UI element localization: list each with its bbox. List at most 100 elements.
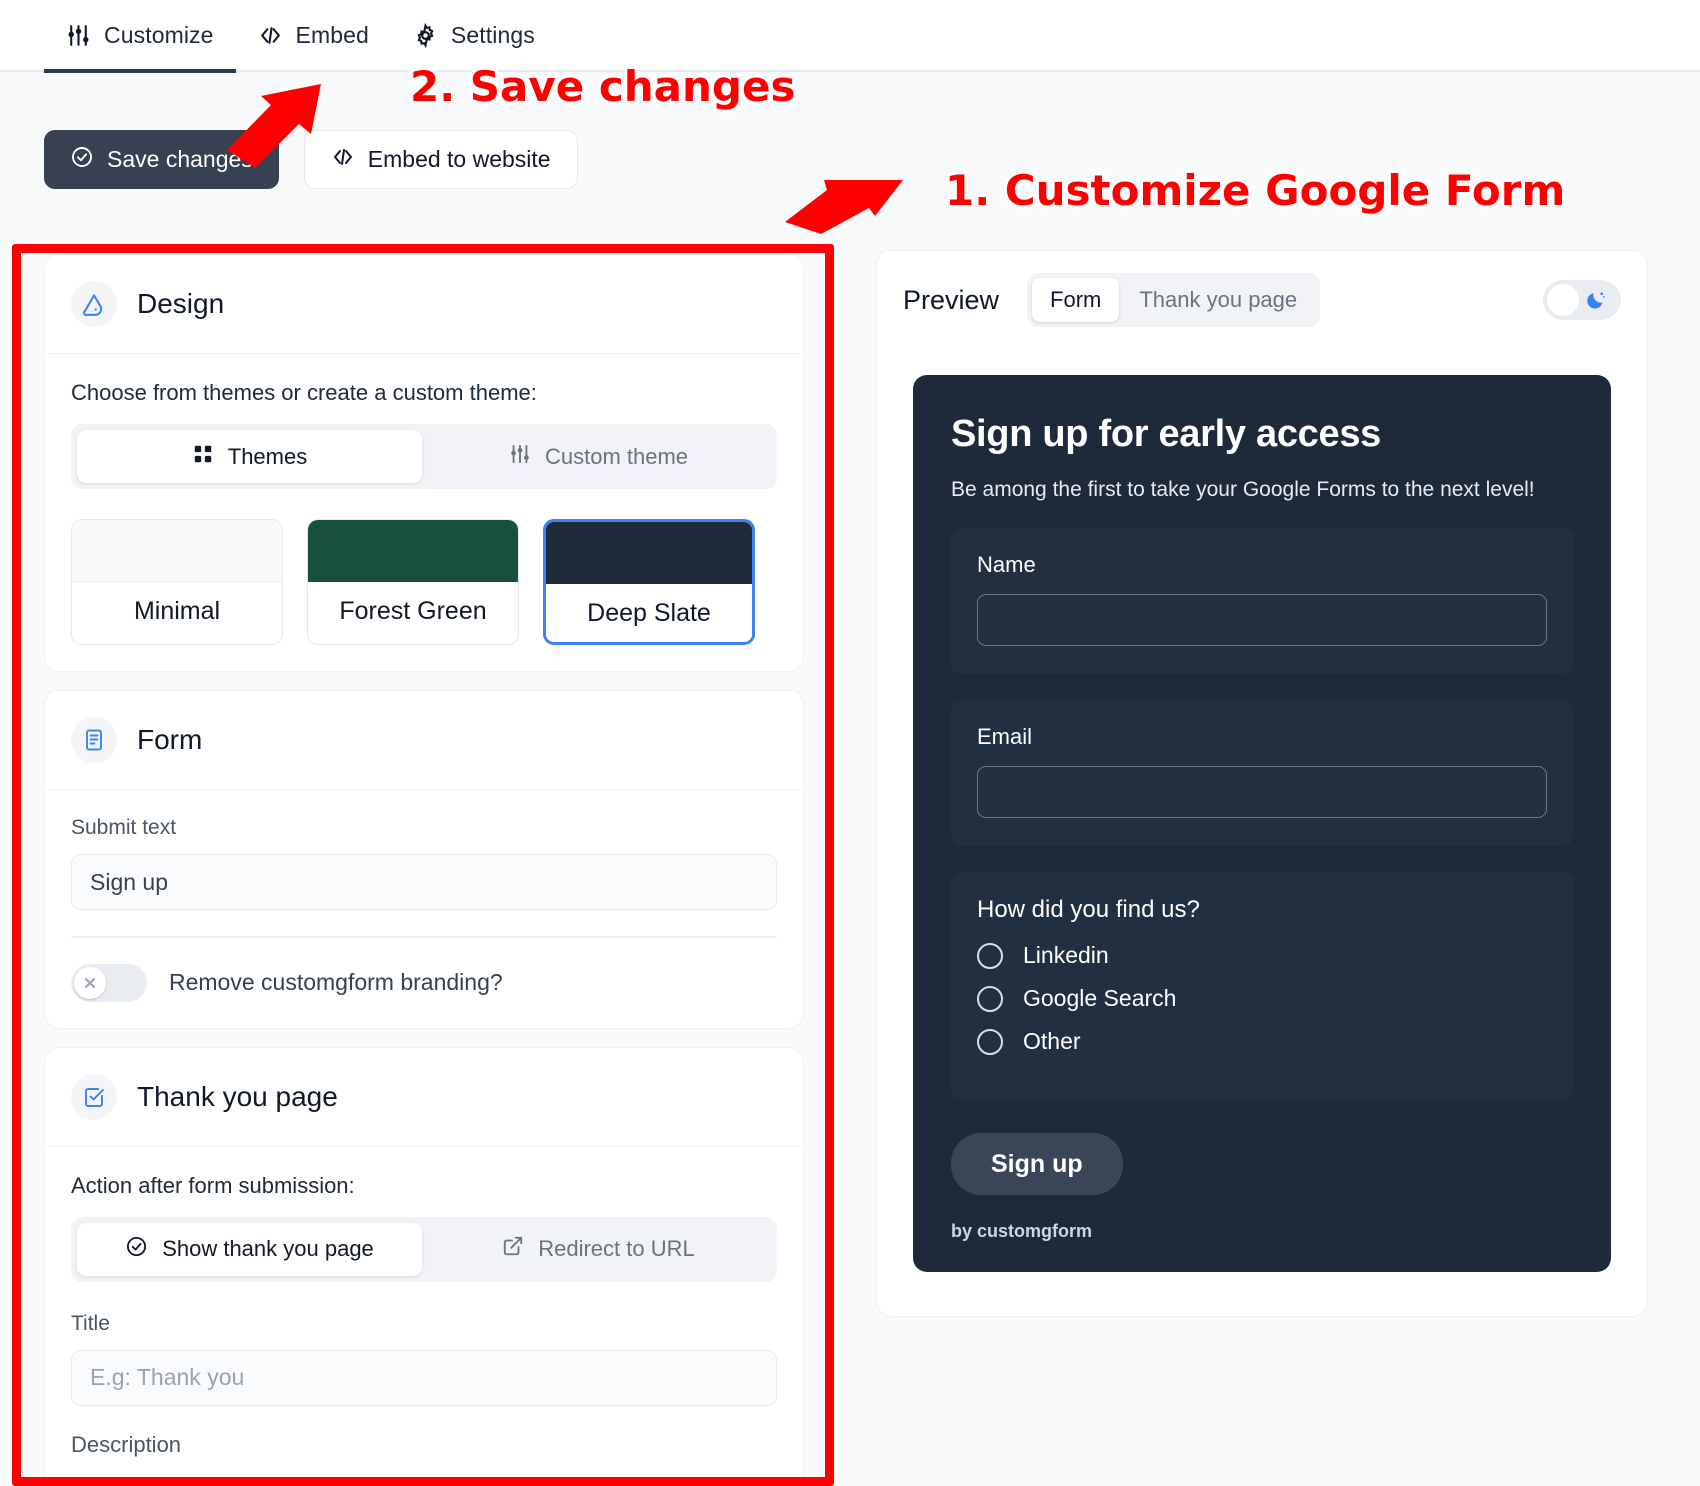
preview-name-input[interactable] <box>977 594 1547 646</box>
preview-branding: by customgform <box>951 1221 1573 1242</box>
thankyou-card-header: Thank you page <box>45 1048 803 1147</box>
preview-submit-button[interactable]: Sign up <box>951 1133 1123 1195</box>
radio-icon <box>977 943 1003 969</box>
preview-question-block: How did you find us? Linkedin Google Sea… <box>951 872 1573 1099</box>
custom-theme-tab[interactable]: Custom theme <box>426 430 771 483</box>
preview-field-email-label: Email <box>977 724 1547 750</box>
annotation-arrow-customize <box>783 178 913 234</box>
theme-card-forest-green[interactable]: Forest Green <box>307 519 519 645</box>
thankyou-title-input[interactable] <box>71 1350 777 1406</box>
preview-field-email: Email <box>951 700 1573 846</box>
preview-title: Preview <box>903 285 999 316</box>
thankyou-description-label: Description <box>71 1432 777 1458</box>
moon-icon <box>1585 289 1607 311</box>
remove-branding-label: Remove customgform branding? <box>169 969 503 996</box>
check-circle-icon <box>70 145 94 175</box>
theme-card-minimal[interactable]: Minimal <box>71 519 283 645</box>
preview-option-google-search[interactable]: Google Search <box>977 985 1547 1012</box>
show-thankyou-page-tab[interactable]: Show thank you page <box>77 1223 422 1276</box>
branding-toggle-row: Remove customgform branding? <box>71 964 777 1002</box>
design-card: Design Choose from themes or create a cu… <box>44 254 804 672</box>
app-root: Customize Embed Settings <box>0 0 1700 1486</box>
theme-prompt: Choose from themes or create a custom th… <box>71 380 777 406</box>
theme-name: Deep Slate <box>546 584 752 642</box>
submission-action-segmented: Show thank you page Redirect to URL <box>71 1217 777 1282</box>
theme-swatch <box>72 520 282 582</box>
save-changes-label: Save changes <box>107 146 253 173</box>
code-icon <box>331 145 355 175</box>
theme-list: Minimal Forest Green Deep Slate <box>71 519 777 645</box>
action-bar: Save changes Embed to website <box>44 130 578 189</box>
annotation-step2-text: 2. Save changes <box>410 62 795 111</box>
embed-to-website-label: Embed to website <box>368 146 551 173</box>
form-card-body: Submit text Remove customgform branding? <box>45 790 803 1028</box>
remove-branding-toggle[interactable] <box>71 964 147 1002</box>
preview-form-card: Sign up for early access Be among the fi… <box>913 375 1611 1272</box>
preview-tab-form-label: Form <box>1050 287 1101 313</box>
gear-icon <box>413 23 438 48</box>
theme-mode-segmented: Themes Custom theme <box>71 424 777 489</box>
preview-view-segmented: Form Thank you page <box>1027 273 1320 327</box>
redirect-to-url-tab[interactable]: Redirect to URL <box>426 1223 771 1276</box>
annotation-step1-text: 1. Customize Google Form <box>945 166 1565 215</box>
theme-name: Minimal <box>72 582 282 640</box>
thankyou-section-title: Thank you page <box>137 1081 338 1113</box>
theme-swatch <box>308 520 518 582</box>
submit-text-input[interactable] <box>71 854 777 910</box>
toggle-knob <box>74 967 106 999</box>
code-icon <box>258 23 283 48</box>
preview-option-label: Other <box>1023 1028 1081 1055</box>
dark-mode-toggle[interactable] <box>1543 280 1621 320</box>
preview-panel: Preview Form Thank you page <box>876 250 1648 1317</box>
sliders-icon <box>66 23 91 48</box>
tab-customize[interactable]: Customize <box>44 0 236 71</box>
themes-tab[interactable]: Themes <box>77 430 422 483</box>
preview-field-name: Name <box>951 528 1573 674</box>
theme-card-deep-slate[interactable]: Deep Slate <box>543 519 755 645</box>
preview-header: Preview Form Thank you page <box>877 251 1647 349</box>
thankyou-title-label: Title <box>71 1312 777 1336</box>
tab-settings-label: Settings <box>451 22 535 49</box>
submit-text-label: Submit text <box>71 816 777 840</box>
check-circle-icon <box>125 1235 148 1264</box>
preview-tab-thankyou[interactable]: Thank you page <box>1121 278 1315 322</box>
preview-email-input[interactable] <box>977 766 1547 818</box>
thankyou-card-body: Action after form submission: Show thank… <box>45 1147 803 1484</box>
external-link-icon <box>502 1235 524 1263</box>
preview-field-name-label: Name <box>977 552 1547 578</box>
action-after-submission-label: Action after form submission: <box>71 1173 777 1199</box>
palette-icon <box>71 281 117 327</box>
customize-panel: Design Choose from themes or create a cu… <box>44 254 804 1486</box>
form-card-panel: Form Submit text Remove customgform bran… <box>44 690 804 1029</box>
preview-tab-thankyou-label: Thank you page <box>1139 287 1297 313</box>
form-section-title: Form <box>137 724 202 756</box>
preview-form-heading: Sign up for early access <box>951 413 1573 456</box>
tab-settings[interactable]: Settings <box>391 0 557 71</box>
design-title: Design <box>137 288 224 320</box>
custom-theme-tab-label: Custom theme <box>545 444 688 470</box>
document-icon <box>71 717 117 763</box>
toggle-knob <box>1547 284 1579 316</box>
divider <box>71 936 777 938</box>
grid-icon <box>192 443 214 471</box>
tab-embed[interactable]: Embed <box>236 0 391 71</box>
design-card-body: Choose from themes or create a custom th… <box>45 354 803 671</box>
preview-body: Sign up for early access Be among the fi… <box>877 349 1647 1316</box>
preview-option-other[interactable]: Other <box>977 1028 1547 1055</box>
sliders-icon <box>509 443 531 471</box>
preview-option-label: Google Search <box>1023 985 1176 1012</box>
theme-swatch <box>546 522 752 584</box>
preview-option-linkedin[interactable]: Linkedin <box>977 942 1547 969</box>
preview-tab-form[interactable]: Form <box>1032 278 1119 322</box>
save-changes-button[interactable]: Save changes <box>44 130 279 189</box>
form-card-header: Form <box>45 691 803 790</box>
embed-to-website-button[interactable]: Embed to website <box>304 130 578 189</box>
tab-customize-label: Customize <box>104 22 214 49</box>
themes-tab-label: Themes <box>228 444 307 470</box>
redirect-to-url-label: Redirect to URL <box>538 1236 695 1262</box>
design-card-header: Design <box>45 255 803 354</box>
radio-icon <box>977 1029 1003 1055</box>
preview-form-subheading: Be among the first to take your Google F… <box>951 478 1573 502</box>
top-tab-bar: Customize Embed Settings <box>0 0 1700 72</box>
checkbox-icon <box>71 1074 117 1120</box>
